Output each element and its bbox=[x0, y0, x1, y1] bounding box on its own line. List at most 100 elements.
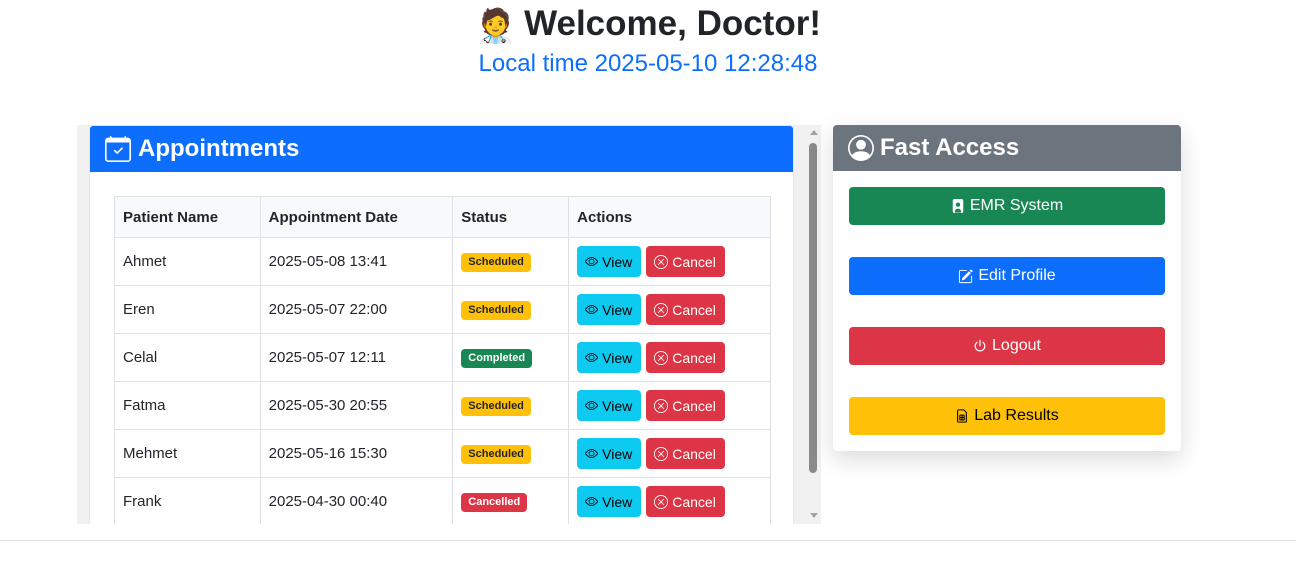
status-badge: Scheduled bbox=[461, 444, 531, 464]
appointment-date-cell: 2025-05-07 22:00 bbox=[259, 285, 454, 334]
appointment-date-cell: 2025-04-30 00:40 bbox=[259, 477, 454, 524]
appointment-date-cell: 2025-05-30 20:55 bbox=[259, 381, 454, 430]
table-row: Eren 2025-05-07 22:00 Scheduled View Cancel bbox=[114, 285, 771, 334]
pencil-square-icon bbox=[959, 268, 973, 283]
status-badge: Scheduled bbox=[461, 396, 531, 416]
cancel-button[interactable]: Cancel bbox=[646, 438, 725, 469]
view-button[interactable]: View bbox=[577, 486, 642, 517]
view-label: View bbox=[602, 397, 633, 414]
x-circle-icon bbox=[654, 254, 669, 269]
view-label: View bbox=[602, 493, 633, 510]
x-circle-icon bbox=[654, 302, 669, 317]
actions-cell: View Cancel bbox=[568, 237, 771, 286]
cancel-button[interactable]: Cancel bbox=[646, 342, 725, 373]
view-button[interactable]: View bbox=[577, 342, 642, 373]
column-header-appointment-date: Appointment Date bbox=[259, 196, 454, 238]
x-circle-icon bbox=[654, 446, 669, 461]
appointment-date-cell: 2025-05-07 12:11 bbox=[259, 333, 454, 382]
cancel-button[interactable]: Cancel bbox=[646, 486, 725, 517]
column-header-actions: Actions bbox=[568, 196, 771, 238]
actions-cell: View Cancel bbox=[568, 429, 771, 478]
table-header-row: Patient Name Appointment Date Status Act… bbox=[114, 196, 771, 238]
eye-icon bbox=[585, 401, 599, 410]
eye-icon bbox=[585, 305, 599, 314]
actions-cell: View Cancel bbox=[568, 333, 771, 382]
status-badge: Completed bbox=[461, 348, 533, 368]
column-header-patient-name: Patient Name bbox=[114, 196, 261, 238]
scrollbar-thumb[interactable] bbox=[809, 143, 817, 473]
logout-button[interactable]: Logout bbox=[849, 327, 1165, 365]
status-cell: Cancelled bbox=[452, 477, 570, 524]
x-circle-icon bbox=[654, 350, 669, 365]
status-cell: Scheduled bbox=[452, 285, 570, 334]
appointments-table-body: Ahmet 2025-05-08 13:41 Scheduled View Cancel… bbox=[114, 237, 771, 524]
patient-name-cell: Celal bbox=[114, 333, 261, 382]
status-cell: Completed bbox=[452, 333, 570, 382]
calendar-check-icon bbox=[105, 136, 131, 162]
eye-icon bbox=[585, 353, 599, 362]
view-label: View bbox=[602, 445, 633, 462]
cancel-label: Cancel bbox=[672, 445, 716, 462]
doctor-emoji-icon: 🧑‍⚕️ bbox=[475, 7, 517, 44]
view-label: View bbox=[602, 301, 633, 318]
page-divider bbox=[0, 540, 1296, 541]
person-badge-icon bbox=[952, 199, 964, 213]
x-circle-icon bbox=[654, 398, 669, 413]
view-button[interactable]: View bbox=[577, 294, 642, 325]
cancel-label: Cancel bbox=[672, 349, 716, 366]
appointments-card: Appointments Patient Name Appointment Da… bbox=[89, 125, 794, 524]
patient-name-cell: Fatma bbox=[114, 381, 261, 430]
appointments-scrollbar[interactable] bbox=[806, 125, 821, 524]
edit-profile-label: Edit Profile bbox=[978, 267, 1056, 284]
patient-name-cell: Frank bbox=[114, 477, 261, 524]
appointments-header: Appointments bbox=[90, 126, 793, 172]
cancel-label: Cancel bbox=[672, 493, 716, 510]
local-time: Local time 2025-05-10 12:28:48 bbox=[478, 50, 818, 77]
welcome-text: Welcome, Doctor! bbox=[524, 4, 821, 43]
x-circle-icon bbox=[654, 494, 669, 509]
patient-name-cell: Eren bbox=[114, 285, 261, 334]
appointments-table: Patient Name Appointment Date Status Act… bbox=[114, 196, 771, 524]
lab-results-button[interactable]: Lab Results bbox=[849, 397, 1165, 435]
sim-card-icon bbox=[957, 409, 968, 423]
view-button[interactable]: View bbox=[577, 390, 642, 421]
status-cell: Scheduled bbox=[452, 381, 570, 430]
fast-access-header: Fast Access bbox=[833, 125, 1181, 171]
person-circle-icon bbox=[848, 135, 874, 161]
scroll-down-arrow-icon[interactable] bbox=[810, 513, 818, 518]
view-label: View bbox=[602, 253, 633, 270]
power-icon bbox=[974, 339, 986, 352]
lab-results-label: Lab Results bbox=[974, 407, 1059, 424]
view-button[interactable]: View bbox=[577, 438, 642, 469]
appointment-date-cell: 2025-05-08 13:41 bbox=[259, 237, 454, 286]
view-label: View bbox=[602, 349, 633, 366]
eye-icon bbox=[585, 449, 599, 458]
cancel-button[interactable]: Cancel bbox=[646, 246, 725, 277]
status-badge: Scheduled bbox=[461, 300, 531, 320]
actions-cell: View Cancel bbox=[568, 285, 771, 334]
emr-system-button[interactable]: EMR System bbox=[849, 187, 1165, 225]
table-row: Ahmet 2025-05-08 13:41 Scheduled View Cancel bbox=[114, 237, 771, 286]
table-row: Celal 2025-05-07 12:11 Completed View Cancel bbox=[114, 333, 771, 382]
patient-name-cell: Ahmet bbox=[114, 237, 261, 286]
welcome-heading: 🧑‍⚕️ Welcome, Doctor! bbox=[0, 2, 1296, 46]
page-header: 🧑‍⚕️ Welcome, Doctor! Local time 2025-05-… bbox=[0, 0, 1296, 79]
cancel-button[interactable]: Cancel bbox=[646, 390, 725, 421]
cancel-label: Cancel bbox=[672, 253, 716, 270]
cancel-label: Cancel bbox=[672, 397, 716, 414]
scroll-up-arrow-icon[interactable] bbox=[810, 130, 818, 135]
patient-name-cell: Mehmet bbox=[114, 429, 261, 478]
appointments-scroll-area[interactable]: Appointments Patient Name Appointment Da… bbox=[77, 125, 821, 524]
view-button[interactable]: View bbox=[577, 246, 642, 277]
cancel-button[interactable]: Cancel bbox=[646, 294, 725, 325]
edit-profile-button[interactable]: Edit Profile bbox=[849, 257, 1165, 295]
eye-icon bbox=[585, 257, 599, 266]
eye-icon bbox=[585, 497, 599, 506]
logout-label: Logout bbox=[992, 337, 1041, 354]
cancel-label: Cancel bbox=[672, 301, 716, 318]
appointments-title: Appointments bbox=[138, 135, 300, 162]
table-row: Frank 2025-04-30 00:40 Cancelled View Cancel bbox=[114, 477, 771, 524]
status-badge: Cancelled bbox=[461, 492, 528, 512]
appointment-date-cell: 2025-05-16 15:30 bbox=[259, 429, 454, 478]
actions-cell: View Cancel bbox=[568, 477, 771, 524]
